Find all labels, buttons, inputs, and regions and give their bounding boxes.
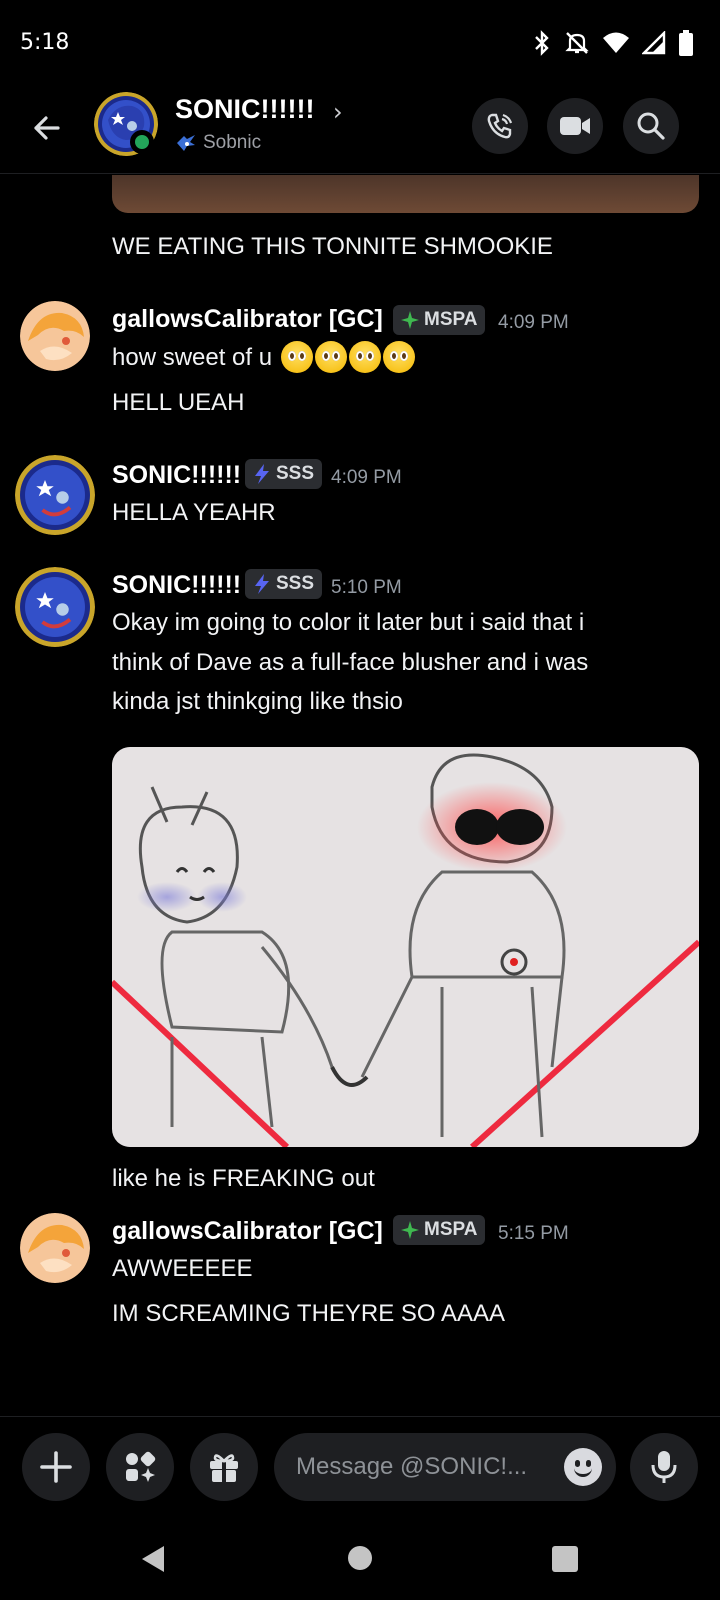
channel-title[interactable]: SONIC!!!!!! bbox=[175, 94, 314, 125]
back-icon bbox=[34, 116, 60, 140]
gc-avatar[interactable] bbox=[20, 301, 90, 371]
drawing-image-attachment[interactable] bbox=[112, 747, 699, 1147]
message-text: HELL UEAH bbox=[112, 389, 245, 416]
system-nav-bar bbox=[0, 1516, 720, 1600]
attach-button[interactable] bbox=[22, 1433, 90, 1501]
tag-label: SSS bbox=[276, 463, 315, 484]
video-call-button[interactable] bbox=[547, 98, 603, 154]
sketch-illustration bbox=[112, 753, 699, 1147]
message-time: 5:15 PM bbox=[498, 1223, 569, 1244]
sss-tag[interactable]: SSS bbox=[245, 459, 323, 489]
mic-icon bbox=[651, 1451, 677, 1483]
image-caption: like he is FREAKING out bbox=[112, 1165, 375, 1192]
gc-avatar[interactable] bbox=[20, 1213, 90, 1283]
lightning-icon bbox=[255, 464, 269, 484]
silent-icon bbox=[565, 32, 589, 54]
chevron-right-icon[interactable]: › bbox=[333, 98, 343, 126]
channel-subtitle: Sobnic bbox=[175, 132, 261, 154]
message-composer: Message @SONIC!... bbox=[0, 1416, 720, 1516]
sparkle-icon bbox=[401, 1221, 419, 1239]
video-icon bbox=[560, 117, 590, 135]
message-text: how sweet of u bbox=[112, 338, 415, 378]
bluetooth-icon bbox=[535, 30, 549, 56]
message-list[interactable]: WE EATING THIS TONNITE SHMOOKIE gallowsC… bbox=[0, 175, 720, 1415]
message-text: Okay im going to color it later but i sa… bbox=[112, 609, 585, 636]
subtitle-text: Sobnic bbox=[203, 132, 262, 153]
emoji-icon[interactable] bbox=[564, 1448, 602, 1486]
message-author[interactable]: SONIC!!!!!! bbox=[112, 571, 241, 600]
sonic-avatar[interactable] bbox=[15, 567, 95, 647]
mspa-tag[interactable]: MSPA bbox=[393, 1215, 486, 1245]
status-icons bbox=[532, 30, 694, 56]
message-text: WE EATING THIS TONNITE SHMOOKIE bbox=[112, 233, 553, 260]
message-author[interactable]: gallowsCalibrator [GC] bbox=[112, 1217, 383, 1246]
tag-label: SSS bbox=[276, 573, 315, 594]
gift-icon bbox=[210, 1454, 238, 1482]
message-text: AWWEEEEE bbox=[112, 1255, 253, 1282]
apps-button[interactable] bbox=[106, 1433, 174, 1501]
apps-icon bbox=[126, 1451, 156, 1482]
mspa-tag[interactable]: MSPA bbox=[393, 305, 486, 335]
tag-label: MSPA bbox=[424, 309, 478, 330]
signal-icon bbox=[642, 31, 666, 55]
search-button[interactable] bbox=[623, 98, 679, 154]
nav-recents-icon[interactable] bbox=[552, 1546, 578, 1572]
status-bar: 5:18 bbox=[0, 0, 720, 88]
wifi-icon bbox=[603, 32, 629, 53]
sss-tag[interactable]: SSS bbox=[245, 569, 323, 599]
chat-header: SONIC!!!!!! › Sobnic bbox=[0, 88, 720, 174]
sonic-avatar[interactable] bbox=[15, 455, 95, 535]
message-text: kinda jst thinkging like thsio bbox=[112, 688, 403, 715]
sparkle-icon bbox=[401, 311, 419, 329]
lightning-icon bbox=[255, 574, 269, 594]
call-icon bbox=[487, 113, 513, 139]
message-input-placeholder: Message @SONIC!... bbox=[296, 1453, 528, 1480]
nav-back-icon[interactable] bbox=[140, 1544, 166, 1574]
message-time: 4:09 PM bbox=[331, 467, 402, 488]
message-text: IM SCREAMING THEYRE SO AAAA bbox=[112, 1300, 505, 1327]
search-icon bbox=[637, 112, 665, 140]
plus-icon bbox=[40, 1451, 72, 1483]
voice-message-button[interactable] bbox=[630, 1433, 698, 1501]
message-text: HELLA YEAHR bbox=[112, 499, 276, 526]
message-input[interactable]: Message @SONIC!... bbox=[274, 1433, 616, 1501]
pleading-face-emoji bbox=[314, 340, 347, 373]
message-text-line: how sweet of u bbox=[112, 344, 273, 371]
online-status-indicator bbox=[130, 130, 154, 154]
pleading-face-emoji bbox=[280, 340, 313, 373]
message-time: 4:09 PM bbox=[498, 312, 569, 333]
message-text: think of Dave as a full-face blusher and… bbox=[112, 649, 589, 676]
status-time: 5:18 bbox=[20, 30, 70, 55]
back-button[interactable] bbox=[28, 106, 72, 150]
nav-home-icon[interactable] bbox=[348, 1546, 372, 1570]
food-image-attachment[interactable] bbox=[112, 175, 699, 213]
gift-button[interactable] bbox=[190, 1433, 258, 1501]
message-author[interactable]: SONIC!!!!!! bbox=[112, 461, 241, 490]
pleading-face-emoji bbox=[348, 340, 381, 373]
battery-icon bbox=[679, 30, 693, 56]
voice-call-button[interactable] bbox=[472, 98, 528, 154]
message-author[interactable]: gallowsCalibrator [GC] bbox=[112, 305, 383, 334]
pleading-face-emoji bbox=[382, 340, 415, 373]
sonic-icon bbox=[177, 135, 195, 151]
tag-label: MSPA bbox=[424, 1219, 478, 1240]
message-time: 5:10 PM bbox=[331, 577, 402, 598]
